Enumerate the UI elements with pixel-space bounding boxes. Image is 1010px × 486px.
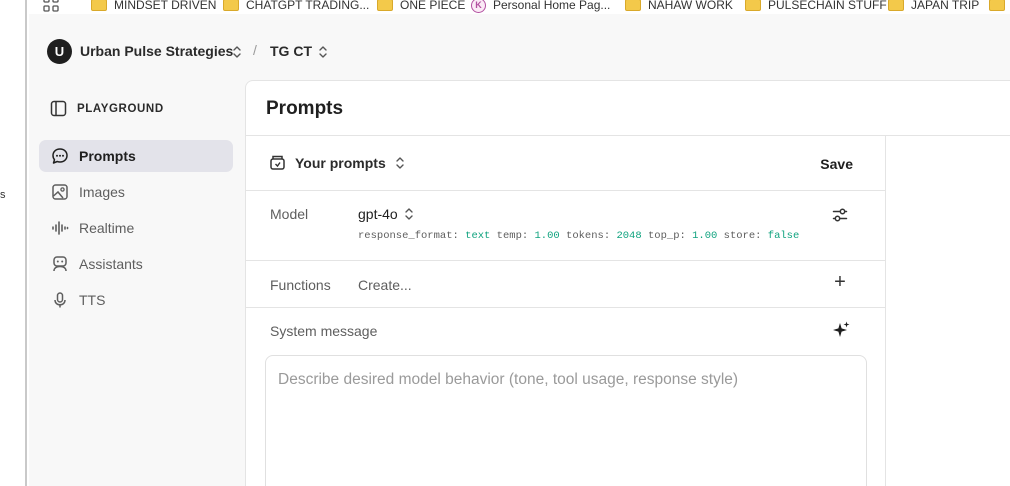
top-breadcrumb-bar: U Urban Pulse Strategies / TG CT	[29, 14, 1010, 80]
add-function-icon[interactable]: +	[831, 272, 849, 292]
folder-icon	[625, 0, 641, 11]
model-label: Model	[270, 206, 309, 222]
prompt-editor: Your prompts Save Model gpt-4o response_…	[246, 136, 886, 486]
sidebar-item-label: Prompts	[79, 148, 136, 164]
model-value: gpt-4o	[358, 206, 398, 222]
model-params-summary: response_format: text temp: 1.00 tokens:…	[358, 230, 800, 242]
robot-icon	[51, 255, 69, 273]
your-prompts-dropdown[interactable]: Your prompts	[269, 154, 405, 171]
your-prompts-label: Your prompts	[295, 154, 386, 171]
bookmark-item[interactable]: MINDSET DRIVEN	[91, 0, 216, 13]
sidebar-item-label: Images	[79, 184, 125, 200]
sidebar-item-label: Assistants	[79, 256, 143, 272]
main-panel: Prompts Your prompts Save Model gpt-4o r…	[245, 80, 1010, 486]
folder-icon	[745, 0, 761, 11]
system-message-input[interactable]: Describe desired model behavior (tone, t…	[265, 355, 867, 486]
sidebar-title: PLAYGROUND	[77, 102, 164, 115]
bookmark-item-clipped[interactable]	[989, 0, 1005, 13]
sidebar-item-images[interactable]: Images	[39, 176, 233, 208]
org-avatar[interactable]: U	[47, 39, 72, 64]
sidebar-header: PLAYGROUND	[50, 100, 164, 117]
bookmark-item[interactable]: JAPAN TRIP	[888, 0, 979, 13]
functions-label: Functions	[270, 277, 331, 293]
org-chevron-updown-icon[interactable]	[232, 45, 242, 59]
folder-icon	[377, 0, 393, 11]
divider	[246, 307, 886, 308]
system-message-placeholder: Describe desired model behavior (tone, t…	[278, 371, 739, 388]
waveform-icon	[51, 219, 69, 237]
folder-icon	[888, 0, 904, 11]
playground-app: U Urban Pulse Strategies / TG CT PLAYGRO…	[29, 14, 1010, 486]
clipped-text-fragment: s	[0, 189, 6, 201]
sidebar: PLAYGROUND Prompts Images Realtime Assis…	[29, 80, 245, 486]
sidebar-item-prompts[interactable]: Prompts	[39, 140, 233, 172]
project-switcher[interactable]: TG CT	[270, 43, 312, 59]
org-switcher[interactable]: Urban Pulse Strategies	[80, 43, 233, 59]
bookmark-item[interactable]: NAHAW WORK	[625, 0, 733, 13]
sidebar-item-assistants[interactable]: Assistants	[39, 248, 233, 280]
divider	[246, 260, 886, 261]
system-message-label: System message	[270, 323, 378, 339]
bookmark-item[interactable]: K Personal Home Pag...	[471, 0, 610, 13]
chat-bubble-icon	[51, 147, 69, 165]
page-title: Prompts	[266, 98, 344, 119]
folder-icon	[91, 0, 107, 11]
bookmark-item[interactable]: ONE PIECE	[377, 0, 465, 13]
sidebar-item-realtime[interactable]: Realtime	[39, 212, 233, 244]
folder-icon	[223, 0, 239, 11]
settings-sliders-icon[interactable]	[831, 206, 849, 224]
chevron-updown-icon	[396, 156, 404, 169]
k-favicon: K	[471, 0, 486, 13]
sidebar-toggle-icon[interactable]	[50, 100, 67, 117]
sidebar-item-label: Realtime	[79, 220, 135, 236]
bookmarks-bar: MINDSET DRIVEN CHATGPT TRADING... ONE PI…	[27, 0, 1010, 14]
chevron-updown-icon	[405, 208, 413, 220]
prompt-library-icon	[270, 155, 285, 170]
breadcrumb-separator: /	[253, 42, 257, 58]
previous-window-edge: s	[0, 0, 27, 486]
model-selector[interactable]: gpt-4o	[358, 206, 414, 222]
image-icon	[51, 183, 69, 201]
sidebar-item-tts[interactable]: TTS	[39, 284, 233, 316]
divider	[246, 190, 886, 191]
folder-icon	[989, 0, 1005, 11]
apps-grid-icon[interactable]	[43, 0, 59, 12]
bookmark-item[interactable]: CHATGPT TRADING...	[223, 0, 369, 13]
create-function-link[interactable]: Create...	[358, 277, 412, 293]
project-chevron-updown-icon[interactable]	[318, 45, 328, 59]
sparkle-generate-icon[interactable]	[831, 320, 851, 340]
bookmark-item[interactable]: PULSECHAIN STUFF	[745, 0, 887, 13]
save-button[interactable]: Save	[820, 156, 853, 172]
sidebar-item-label: TTS	[79, 292, 106, 308]
microphone-icon	[51, 291, 69, 309]
